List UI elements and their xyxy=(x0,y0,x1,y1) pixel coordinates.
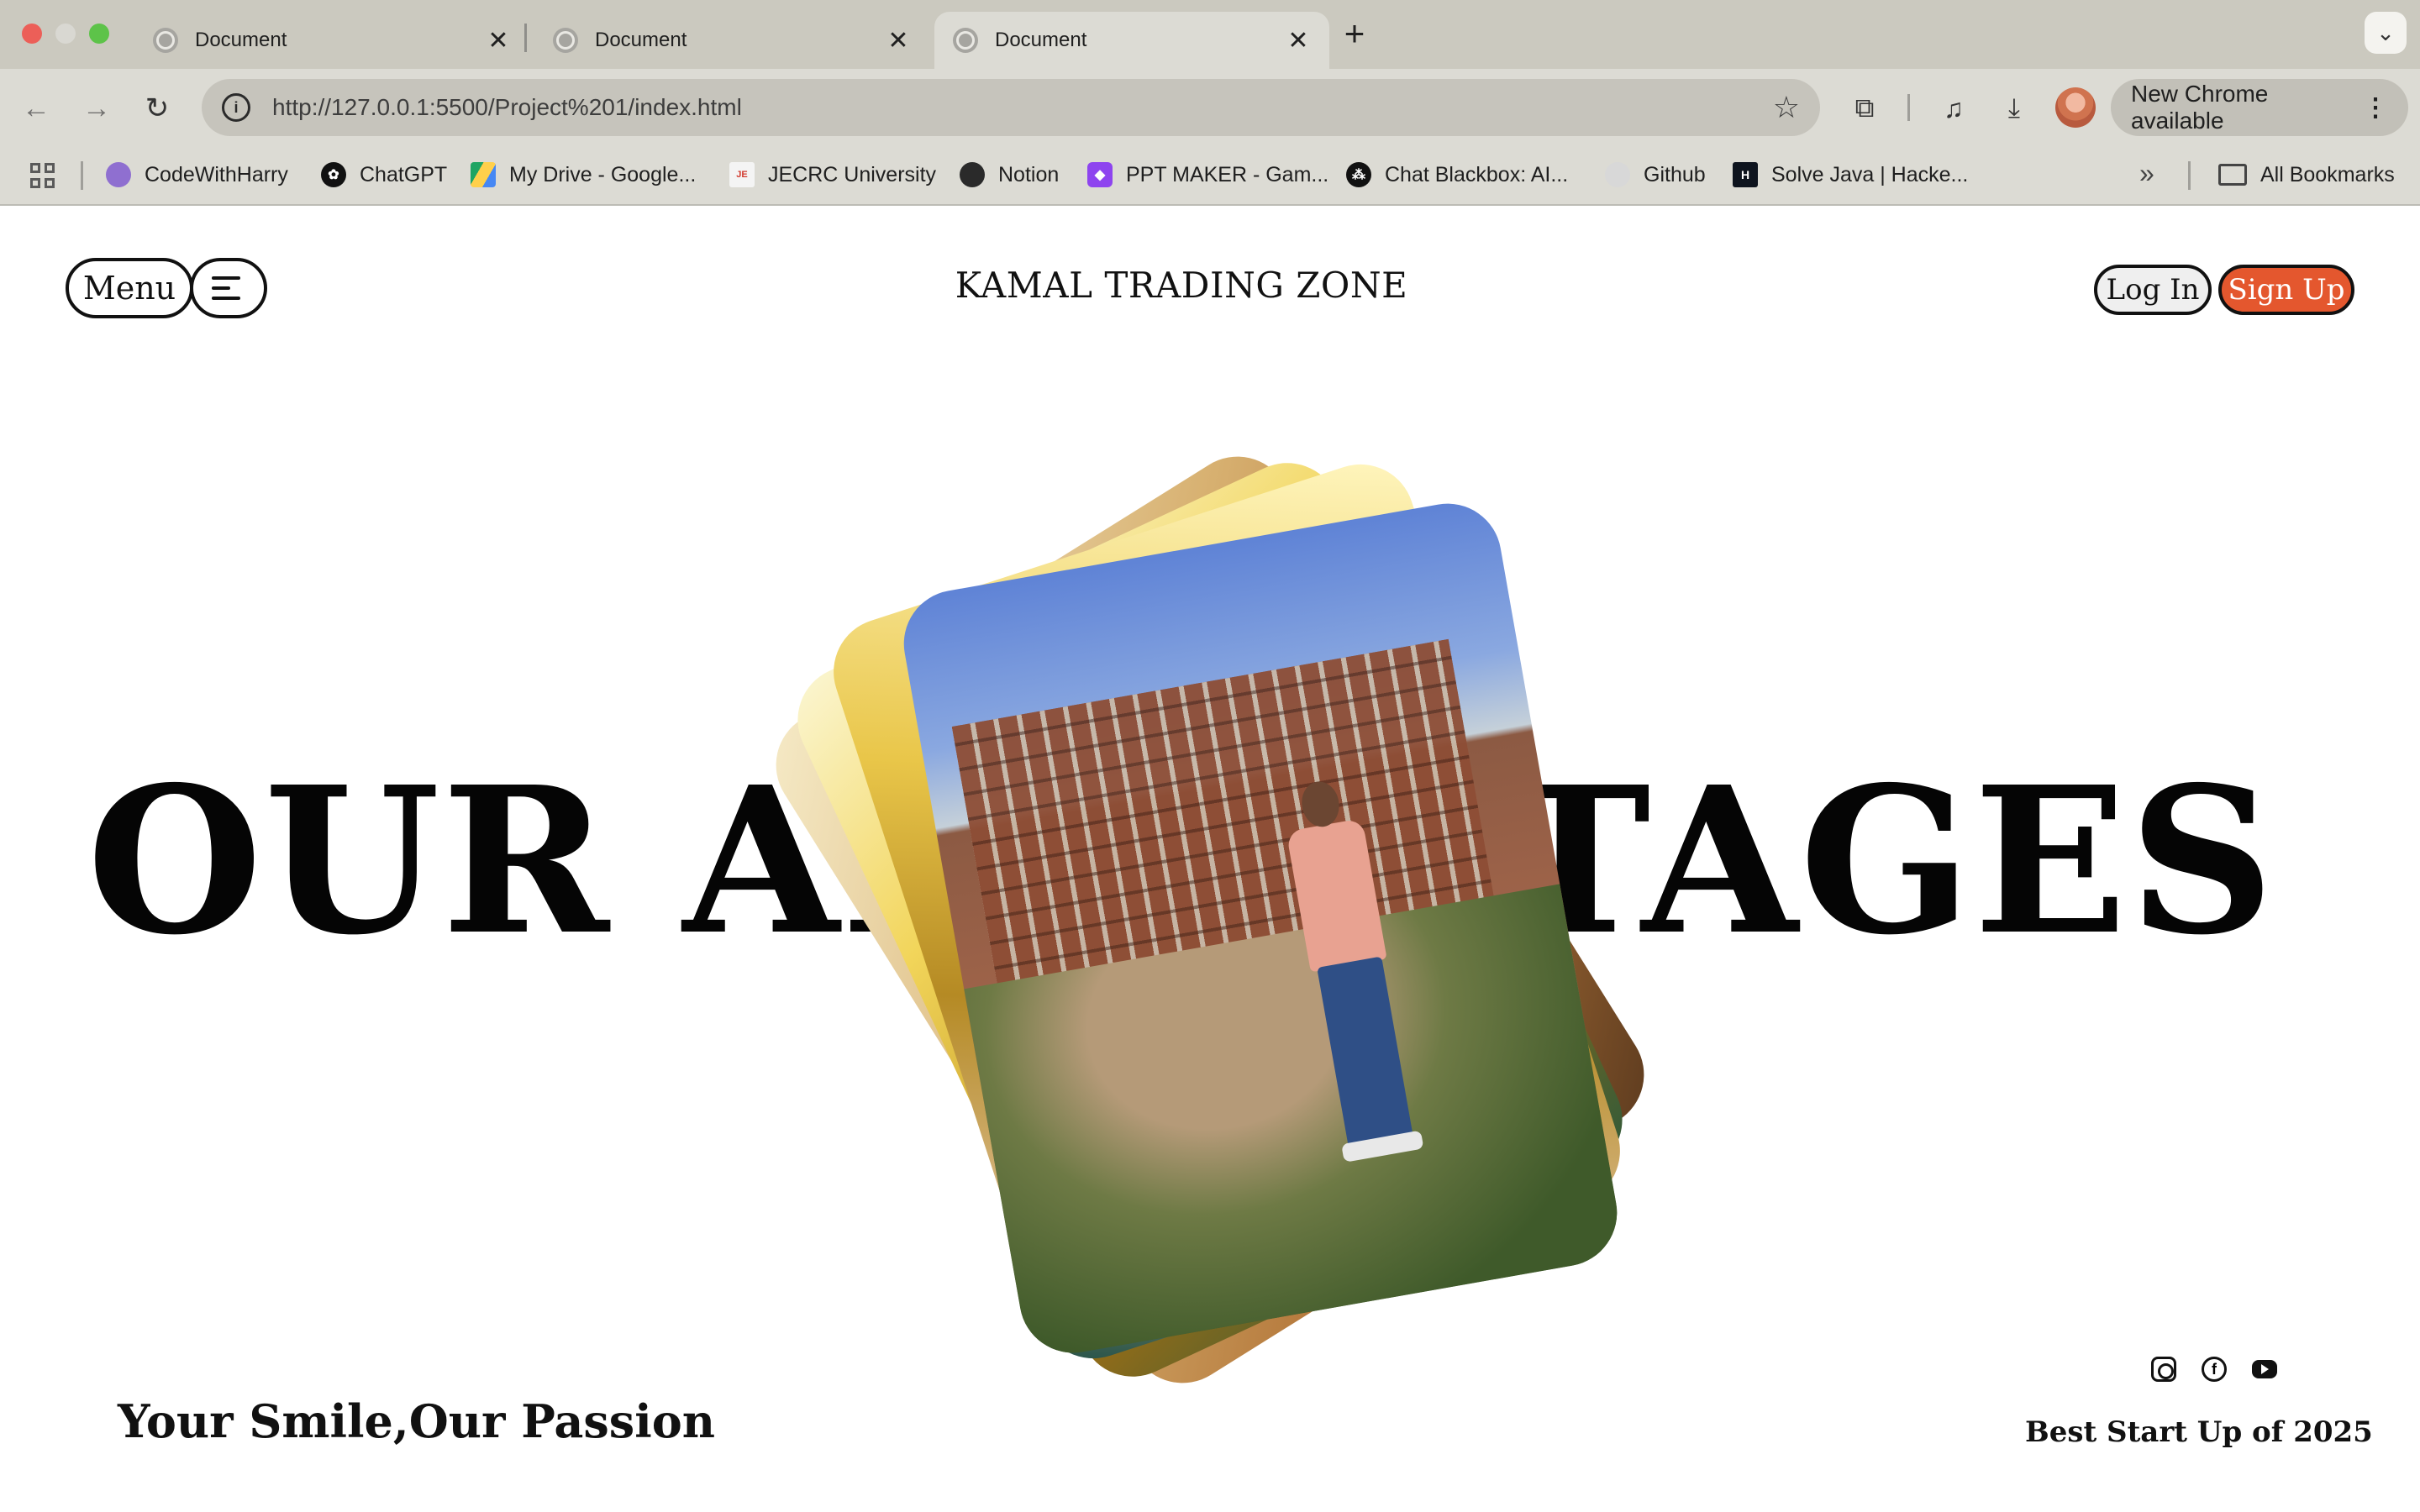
tab-title: Document xyxy=(195,29,287,51)
globe-icon xyxy=(953,28,978,53)
globe-icon xyxy=(553,28,578,53)
close-tab-icon[interactable]: ✕ xyxy=(1286,26,1311,55)
star-icon[interactable]: ☆ xyxy=(1773,90,1800,125)
social-links: f xyxy=(2151,1357,2277,1382)
bookmark-label: CodeWithHarry xyxy=(145,162,288,186)
bookmark-my-drive[interactable]: My Drive - Google... xyxy=(471,156,696,193)
bookmark-label: My Drive - Google... xyxy=(509,162,697,186)
bookmark-hackerrank[interactable]: H Solve Java | Hacke... xyxy=(1733,156,1968,193)
apps-grid-icon[interactable] xyxy=(30,163,55,188)
address-bar[interactable]: i http://127.0.0.1:5500/Project%201/inde… xyxy=(202,79,1820,136)
bookmark-codewithharry[interactable]: CodeWithHarry xyxy=(106,156,288,193)
more-bookmarks-chevron-icon[interactable]: » xyxy=(2139,158,2154,189)
bookmarks-divider xyxy=(81,161,83,190)
window-minimize-button[interactable] xyxy=(55,24,76,44)
blackbox-icon: ⁂ xyxy=(1346,162,1371,187)
bookmark-jecrc[interactable]: JE JECRC University xyxy=(729,156,936,193)
facebook-icon[interactable]: f xyxy=(2202,1357,2227,1382)
award-text: Best Start Up of 2025 xyxy=(2025,1415,2373,1449)
window-close-button[interactable] xyxy=(22,24,42,44)
back-button[interactable]: ← xyxy=(15,87,57,129)
tab-document-1[interactable]: Document ✕ xyxy=(134,12,529,69)
url-text[interactable]: http://127.0.0.1:5500/Project%201/index.… xyxy=(272,94,1773,121)
tab-search-button[interactable]: ⌄ xyxy=(2365,12,2407,54)
tab-document-3[interactable]: Document ✕ xyxy=(934,12,1329,69)
close-tab-icon[interactable]: ✕ xyxy=(486,26,511,55)
hackerrank-icon: H xyxy=(1733,162,1758,187)
notion-icon xyxy=(960,162,985,187)
chevron-down-icon: ⌄ xyxy=(2376,19,2395,45)
arrow-right-icon: → xyxy=(82,92,111,124)
bookmark-github[interactable]: Github xyxy=(1605,156,1706,193)
avatar-icon xyxy=(106,162,131,187)
bookmark-blackbox[interactable]: ⁂ Chat Blackbox: AI... xyxy=(1346,156,1568,193)
arrow-left-icon: ← xyxy=(22,92,50,124)
log-in-button[interactable]: Log In xyxy=(2094,265,2212,315)
brand-title: KAMAL TRADING ZONE xyxy=(955,265,1408,306)
tab-title: Document xyxy=(995,29,1087,51)
extensions-button[interactable]: ⧉ xyxy=(1844,87,1886,129)
tab-document-2[interactable]: Document ✕ xyxy=(534,12,929,69)
bookmark-label: Solve Java | Hacke... xyxy=(1771,162,1969,186)
download-icon: ⤓ xyxy=(2007,92,2021,123)
close-tab-icon[interactable]: ✕ xyxy=(886,26,911,55)
photo-card-front xyxy=(895,495,1626,1362)
window-maximize-button[interactable] xyxy=(89,24,109,44)
tab-title: Document xyxy=(595,29,687,51)
bookmark-label: PPT MAKER - Gam... xyxy=(1126,162,1329,186)
bookmark-label: Notion xyxy=(998,162,1060,186)
bookmark-label: JECRC University xyxy=(768,162,937,186)
puzzle-icon: ⧉ xyxy=(1854,92,1875,123)
github-icon xyxy=(1605,162,1630,187)
tagline: Your Smile,Our Passion xyxy=(118,1394,715,1448)
new-tab-button[interactable]: + xyxy=(1336,13,1373,54)
youtube-icon[interactable] xyxy=(2252,1360,2277,1378)
globe-icon xyxy=(153,28,178,53)
bookmark-label: ChatGPT xyxy=(360,162,448,186)
profile-avatar[interactable] xyxy=(2055,87,2096,128)
forward-button[interactable]: → xyxy=(76,87,118,129)
all-bookmarks-button[interactable]: All Bookmarks xyxy=(2218,156,2395,193)
instagram-icon[interactable] xyxy=(2151,1357,2176,1382)
bookmarks-divider xyxy=(2188,161,2191,190)
reload-button[interactable]: ↻ xyxy=(136,87,178,129)
playlist-icon: ♫ xyxy=(1944,92,1964,123)
sign-up-button[interactable]: Sign Up xyxy=(2218,265,2354,315)
bookmark-chatgpt[interactable]: ✿ ChatGPT xyxy=(321,156,447,193)
bookmark-label: Github xyxy=(1644,162,1706,186)
chatgpt-icon: ✿ xyxy=(321,162,346,187)
downloads-button[interactable]: ⤓ xyxy=(1993,87,2035,129)
google-drive-icon xyxy=(471,162,496,187)
toolbar-divider xyxy=(1907,94,1910,121)
page-content: Menu KAMAL TRADING ZONE Log In Sign Up O… xyxy=(0,206,2420,1512)
info-icon[interactable]: i xyxy=(222,93,250,122)
update-label: New Chrome available xyxy=(2131,81,2269,134)
ppt-maker-icon: ◆ xyxy=(1087,162,1113,187)
all-bookmarks-label: All Bookmarks xyxy=(2260,162,2395,186)
bookmark-notion[interactable]: Notion xyxy=(960,156,1059,193)
folder-icon xyxy=(2218,164,2247,186)
reload-icon: ↻ xyxy=(145,92,170,124)
bookmark-label: Chat Blackbox: AI... xyxy=(1385,162,1569,186)
browser-chrome: Document ✕ Document ✕ Document ✕ + ⌄ ← →… xyxy=(0,0,2420,206)
jecrc-icon: JE xyxy=(729,162,755,187)
update-chrome-button[interactable]: New Chrome available ⋮ xyxy=(2111,79,2408,136)
bookmark-ppt-maker[interactable]: ◆ PPT MAKER - Gam... xyxy=(1087,156,1328,193)
tab-divider xyxy=(524,24,527,52)
more-vert-icon: ⋮ xyxy=(2363,93,2388,122)
media-controls-button[interactable]: ♫ xyxy=(1933,87,1975,129)
